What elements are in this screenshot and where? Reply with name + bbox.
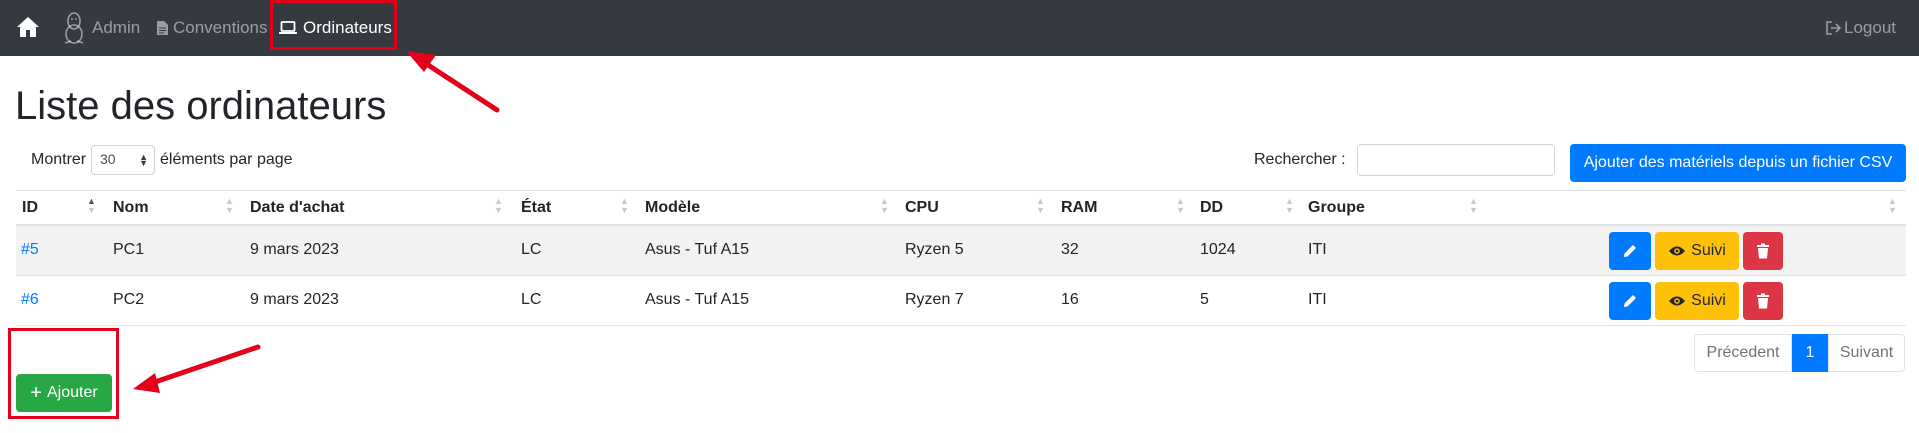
show-label: Montrer xyxy=(31,151,87,168)
cell-id[interactable]: #6 xyxy=(21,291,39,309)
sort-icon[interactable]: ▲ ▼ xyxy=(880,197,889,215)
sort-icon[interactable]: ▲ ▼ xyxy=(225,197,234,215)
row-id-link[interactable]: #5 xyxy=(21,241,39,258)
page-title: Liste des ordinateurs xyxy=(15,84,387,128)
delete-button[interactable] xyxy=(1743,232,1783,270)
row-id-link[interactable]: #6 xyxy=(21,291,39,308)
edit-button[interactable] xyxy=(1609,232,1651,270)
import-csv-button[interactable]: Ajouter des matériels depuis un fichier … xyxy=(1570,144,1906,182)
cell-id[interactable]: #5 xyxy=(21,241,39,259)
cell-dd: 5 xyxy=(1200,291,1209,308)
pagination-previous[interactable]: Précedent xyxy=(1694,334,1792,372)
suivi-button[interactable]: Suivi xyxy=(1655,232,1739,270)
suivi-label: Suivi xyxy=(1691,242,1726,259)
col-header-cpu[interactable]: CPU xyxy=(905,199,939,217)
col-header-date[interactable]: Date d'achat xyxy=(250,199,345,217)
sort-icon[interactable]: ▲ ▼ xyxy=(1176,197,1185,215)
linux-penguin-icon xyxy=(64,12,84,44)
cell-etat: LC xyxy=(521,291,542,308)
sort-asc-icon[interactable]: ▲ ▼ xyxy=(87,197,96,215)
file-icon xyxy=(157,21,168,35)
col-header-nom[interactable]: Nom xyxy=(113,199,149,217)
nav-conventions-label: Conventions xyxy=(173,18,268,37)
cell-etat: LC xyxy=(521,241,542,258)
annotation-box-ordinateurs xyxy=(270,0,397,50)
pencil-icon xyxy=(1624,295,1636,307)
sort-icon[interactable]: ▲ ▼ xyxy=(1036,197,1045,215)
sort-icon[interactable]: ▲ ▼ xyxy=(494,197,503,215)
cell-cpu: Ryzen 7 xyxy=(905,291,964,308)
col-header-etat[interactable]: État xyxy=(521,199,551,217)
col-header-groupe[interactable]: Groupe xyxy=(1308,199,1365,217)
cell-groupe: ITI xyxy=(1308,291,1327,308)
trash-icon xyxy=(1757,243,1769,259)
add-button-label: Ajouter xyxy=(46,384,98,401)
table-row: #6 PC2 9 mars 2023 LC Asus - Tuf A15 Ryz… xyxy=(16,276,1906,326)
nav-admin-label: Admin xyxy=(92,18,141,37)
cell-date: 9 mars 2023 xyxy=(250,241,339,258)
cell-groupe: ITI xyxy=(1308,241,1327,258)
col-header-id[interactable]: ID xyxy=(22,199,38,217)
table-row: #5 PC1 9 mars 2023 LC Asus - Tuf A15 Ryz… xyxy=(16,226,1906,276)
home-icon[interactable] xyxy=(16,16,40,38)
col-header-dd[interactable]: DD xyxy=(1200,199,1223,217)
suivi-button[interactable]: Suivi xyxy=(1655,282,1739,320)
page-length-select[interactable]: 30 ▲ ▼ xyxy=(91,145,155,175)
trash-icon xyxy=(1757,293,1769,309)
nav-logout-label: Logout xyxy=(1844,18,1896,37)
cell-nom: PC1 xyxy=(113,241,145,258)
edit-button[interactable] xyxy=(1609,282,1651,320)
annotation-arrow-ordinateurs xyxy=(406,51,500,113)
sort-icon[interactable]: ▲ ▼ xyxy=(620,197,629,215)
table-header-row: ID ▲ ▼ Nom ▲ ▼ Date d'achat ▲ ▼ État ▲ ▼ Mod… xyxy=(16,190,1906,226)
col-header-ram[interactable]: RAM xyxy=(1061,199,1097,217)
eye-icon xyxy=(1669,246,1686,256)
cell-cpu: Ryzen 5 xyxy=(905,241,964,258)
pencil-icon xyxy=(1624,245,1636,257)
sign-out-icon xyxy=(1826,21,1841,35)
cell-dd: 1024 xyxy=(1200,241,1236,258)
search-input[interactable] xyxy=(1357,144,1555,176)
cell-modele: Asus - Tuf A15 xyxy=(645,291,750,308)
pagination-page-current[interactable]: 1 xyxy=(1792,334,1828,372)
pagination-next[interactable]: Suivant xyxy=(1828,334,1905,372)
suivi-label: Suivi xyxy=(1691,292,1726,309)
annotation-arrow-ajouter xyxy=(133,344,261,393)
nav-conventions[interactable]: Conventions xyxy=(157,0,268,56)
cell-date: 9 mars 2023 xyxy=(250,291,339,308)
cell-ram: 32 xyxy=(1061,241,1079,258)
cell-nom: PC2 xyxy=(113,291,145,308)
pagination: Précedent 1 Suivant xyxy=(1694,334,1905,372)
sort-icon[interactable]: ▲ ▼ xyxy=(1285,197,1294,215)
select-caret-icon: ▲ ▼ xyxy=(139,152,148,168)
cell-ram: 16 xyxy=(1061,291,1079,308)
nav-admin[interactable]: Admin xyxy=(62,0,140,56)
plus-icon: + xyxy=(30,382,42,404)
nav-logout[interactable]: Logout xyxy=(1826,0,1896,56)
cell-modele: Asus - Tuf A15 xyxy=(645,241,750,258)
search-label: Rechercher : xyxy=(1254,151,1346,168)
eye-icon xyxy=(1669,296,1686,306)
sort-icon[interactable]: ▲ ▼ xyxy=(1888,197,1897,215)
page-length-value: 30 xyxy=(100,151,116,167)
delete-button[interactable] xyxy=(1743,282,1783,320)
sort-icon[interactable]: ▲ ▼ xyxy=(1469,197,1478,215)
col-header-modele[interactable]: Modèle xyxy=(645,199,700,217)
add-computer-button[interactable]: + Ajouter xyxy=(16,374,112,412)
per-page-label: éléments par page xyxy=(160,151,293,168)
